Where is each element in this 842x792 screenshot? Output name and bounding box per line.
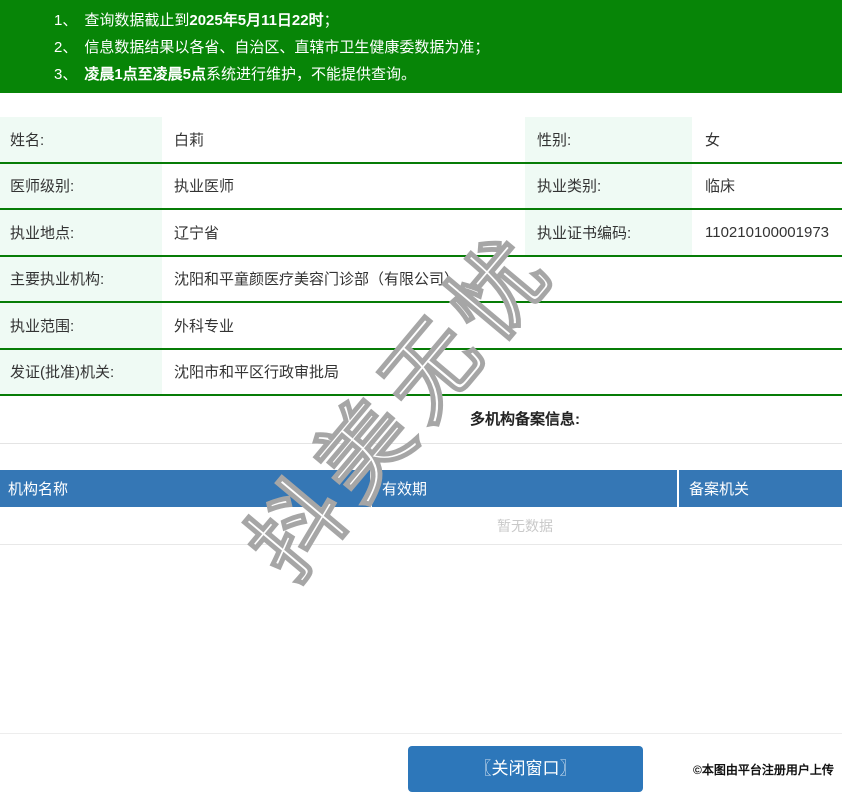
name-label: 姓名: (0, 117, 162, 162)
gender-value: 女 (705, 131, 721, 149)
info-row-level-category: 医师级别: 执业医师 执业类别: 临床 (0, 163, 842, 210)
notice-text-bold: 2025年5月11日22时 (189, 12, 324, 29)
copyright-note: ©本图由平台注册用户上传 (693, 763, 834, 777)
multi-org-table-header: 机构名称 有效期 备案机关 (0, 470, 842, 507)
certificate-number-value: 110210100001973 (705, 223, 830, 241)
doctor-level-label: 医师级别: (0, 163, 162, 208)
notice-text: 查询数据截止到 (84, 12, 190, 29)
practice-location-label: 执业地点: (0, 210, 162, 255)
main-org-label: 主要执业机构: (0, 256, 162, 301)
multi-org-section-title: 多机构备案信息: (0, 395, 842, 444)
doctor-level-value: 执业医师 (174, 178, 235, 196)
practice-location-value: 辽宁省 (174, 224, 220, 242)
info-row-issuer: 发证(批准)机关: 沈阳市和平区行政审批局 (0, 349, 842, 396)
info-row-location-cert: 执业地点: 辽宁省 执业证书编码: 110210100001973 (0, 210, 842, 257)
notice-line-number: 1、 (54, 12, 78, 29)
main-org-value: 沈阳和平童颜医疗美容门诊部（有限公司） (174, 271, 460, 289)
practitioner-info-table: 姓名: 白莉 性别: 女 医师级别: 执业医师 执业类别: 临床 执业地点: 辽… (0, 117, 842, 396)
notice-line-number: 2、 (54, 39, 78, 56)
notice-text: ； (323, 12, 339, 29)
notice-text: 信息数据结果以各省、自治区、直辖市卫生健康委数据为准； (84, 39, 490, 56)
practice-scope-label: 执业范围: (0, 303, 162, 348)
notice-text-bold: 凌晨1点至凌晨5点 (84, 66, 207, 83)
practice-category-value: 临床 (705, 178, 736, 196)
practice-category-label: 执业类别: (525, 163, 692, 208)
issuing-authority-value: 沈阳市和平区行政审批局 (174, 364, 340, 382)
close-window-button[interactable]: 〖关闭窗口〗 (408, 746, 643, 792)
column-header-filing-authority: 备案机关 (679, 470, 842, 507)
column-header-validity: 有效期 (372, 470, 679, 507)
certificate-number-label: 执业证书编码: (525, 210, 692, 255)
notice-line-2: 2、 信息数据结果以各省、自治区、直辖市卫生健康委数据为准； (54, 34, 842, 61)
notice-text: 系统进行维护，不能提供查询。 (206, 66, 417, 83)
notice-line-3: 3、 凌晨1点至凌晨5点系统进行维护，不能提供查询。 (54, 61, 842, 88)
gender-label: 性别: (525, 117, 692, 162)
notice-line-number: 3、 (54, 66, 78, 83)
footer-divider (0, 733, 842, 734)
info-row-main-org: 主要执业机构: 沈阳和平童颜医疗美容门诊部（有限公司） (0, 256, 842, 303)
empty-data-text: 暂无数据 (0, 507, 842, 545)
notice-line-1: 1、 查询数据截止到2025年5月11日22时； (54, 7, 842, 34)
practice-scope-value: 外科专业 (174, 317, 235, 335)
info-row-scope: 执业范围: 外科专业 (0, 303, 842, 350)
column-header-org-name: 机构名称 (0, 470, 372, 507)
issuing-authority-label: 发证(批准)机关: (0, 349, 162, 394)
notice-banner: 1、 查询数据截止到2025年5月11日22时； 2、 信息数据结果以各省、自治区、… (0, 0, 842, 93)
info-row-name-gender: 姓名: 白莉 性别: 女 (0, 117, 842, 164)
name-value: 白莉 (174, 131, 205, 149)
